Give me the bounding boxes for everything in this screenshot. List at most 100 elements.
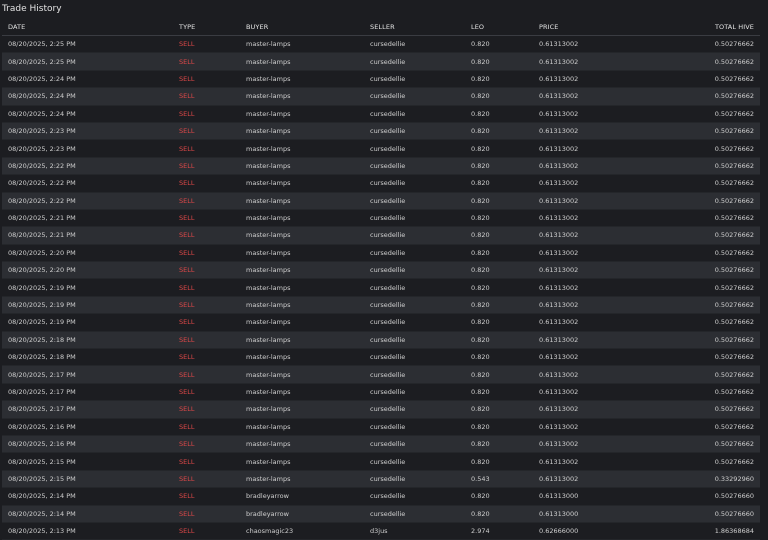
cell-seller[interactable]: cursedellie xyxy=(364,226,465,245)
cell-buyer[interactable]: master-lamps xyxy=(240,331,364,350)
cell-buyer[interactable]: master-lamps xyxy=(240,452,364,471)
cell-seller[interactable]: cursedellie xyxy=(364,174,465,193)
cell-buyer[interactable]: master-lamps xyxy=(240,226,364,245)
column-header-price[interactable]: PRICE xyxy=(533,19,653,36)
cell-buyer[interactable]: master-lamps xyxy=(240,192,364,210)
table-row[interactable]: 08/20/2025, 2:22 PM SELL master-lamps curse… xyxy=(2,192,760,210)
cell-total-hive: 0.50276662 xyxy=(653,226,760,245)
cell-seller[interactable]: cursedellie xyxy=(364,313,465,332)
cell-buyer[interactable]: master-lamps xyxy=(240,418,364,436)
cell-seller[interactable]: cursedellie xyxy=(364,400,465,419)
table-row[interactable]: 08/20/2025, 2:20 PM SELL master-lamps curse… xyxy=(2,261,760,280)
table-row[interactable]: 08/20/2025, 2:19 PM SELL master-lamps curse… xyxy=(2,278,760,297)
cell-buyer[interactable]: master-lamps xyxy=(240,105,364,123)
cell-seller[interactable]: cursedellie xyxy=(364,418,465,436)
cell-buyer[interactable]: master-lamps xyxy=(240,244,364,263)
table-row[interactable]: 08/20/2025, 2:23 PM SELL master-lamps curse… xyxy=(2,122,760,141)
cell-seller[interactable]: cursedellie xyxy=(364,52,465,71)
cell-date: 08/20/2025, 2:19 PM xyxy=(2,296,173,315)
table-row[interactable]: 08/20/2025, 2:20 PM SELL master-lamps curse… xyxy=(2,244,760,263)
cell-seller[interactable]: cursedellie xyxy=(364,244,465,263)
table-row[interactable]: 08/20/2025, 2:18 PM SELL master-lamps curse… xyxy=(2,348,760,367)
table-row[interactable]: 08/20/2025, 2:21 PM SELL master-lamps curse… xyxy=(2,209,760,228)
table-row[interactable]: 08/20/2025, 2:25 PM SELL master-lamps curse… xyxy=(2,35,760,54)
cell-price: 0.61313002 xyxy=(533,226,653,245)
cell-seller[interactable]: cursedellie xyxy=(364,470,465,489)
table-row[interactable]: 08/20/2025, 2:15 PM SELL master-lamps curse… xyxy=(2,470,760,489)
table-row[interactable]: 08/20/2025, 2:19 PM SELL master-lamps curse… xyxy=(2,313,760,332)
table-row[interactable]: 08/20/2025, 2:17 PM SELL master-lamps curse… xyxy=(2,383,760,402)
cell-buyer[interactable]: master-lamps xyxy=(240,278,364,297)
table-row[interactable]: 08/20/2025, 2:24 PM SELL master-lamps curse… xyxy=(2,70,760,89)
cell-seller[interactable]: cursedellie xyxy=(364,278,465,297)
column-header-total-hive[interactable]: TOTAL HIVE xyxy=(653,19,760,36)
table-row[interactable]: 08/20/2025, 2:25 PM SELL master-lamps curse… xyxy=(2,52,760,71)
column-header-leo[interactable]: LEO xyxy=(465,19,533,36)
cell-buyer[interactable]: master-lamps xyxy=(240,435,364,454)
cell-seller[interactable]: cursedellie xyxy=(364,296,465,315)
column-header-type[interactable]: TYPE xyxy=(173,19,240,36)
cell-buyer[interactable]: master-lamps xyxy=(240,52,364,71)
cell-buyer[interactable]: master-lamps xyxy=(240,35,364,54)
table-row[interactable]: 08/20/2025, 2:13 PM SELL chaosmagic23 d3jus… xyxy=(2,522,760,540)
cell-buyer[interactable]: master-lamps xyxy=(240,470,364,489)
table-row[interactable]: 08/20/2025, 2:17 PM SELL master-lamps curse… xyxy=(2,400,760,419)
table-row[interactable]: 08/20/2025, 2:23 PM SELL master-lamps curse… xyxy=(2,139,760,158)
cell-seller[interactable]: cursedellie xyxy=(364,261,465,280)
cell-buyer[interactable]: master-lamps xyxy=(240,365,364,384)
cell-seller[interactable]: cursedellie xyxy=(364,209,465,228)
table-row[interactable]: 08/20/2025, 2:24 PM SELL master-lamps curse… xyxy=(2,105,760,123)
cell-buyer[interactable]: master-lamps xyxy=(240,122,364,141)
cell-buyer[interactable]: master-lamps xyxy=(240,383,364,402)
cell-seller[interactable]: d3jus xyxy=(364,522,465,540)
table-row[interactable]: 08/20/2025, 2:19 PM SELL master-lamps curse… xyxy=(2,296,760,315)
table-row[interactable]: 08/20/2025, 2:22 PM SELL master-lamps curse… xyxy=(2,157,760,176)
cell-buyer[interactable]: master-lamps xyxy=(240,400,364,419)
cell-leo: 0.820 xyxy=(465,348,533,367)
cell-seller[interactable]: cursedellie xyxy=(364,435,465,454)
table-row[interactable]: 08/20/2025, 2:16 PM SELL master-lamps curse… xyxy=(2,418,760,436)
cell-buyer[interactable]: master-lamps xyxy=(240,261,364,280)
table-row[interactable]: 08/20/2025, 2:24 PM SELL master-lamps curse… xyxy=(2,87,760,106)
cell-seller[interactable]: cursedellie xyxy=(364,139,465,158)
cell-seller[interactable]: cursedellie xyxy=(364,70,465,89)
cell-buyer[interactable]: master-lamps xyxy=(240,70,364,89)
cell-buyer[interactable]: master-lamps xyxy=(240,348,364,367)
cell-date: 08/20/2025, 2:24 PM xyxy=(2,87,173,106)
cell-seller[interactable]: cursedellie xyxy=(364,192,465,210)
cell-buyer[interactable]: master-lamps xyxy=(240,139,364,158)
cell-buyer[interactable]: master-lamps xyxy=(240,174,364,193)
cell-seller[interactable]: cursedellie xyxy=(364,383,465,402)
table-row[interactable]: 08/20/2025, 2:17 PM SELL master-lamps curse… xyxy=(2,365,760,384)
column-header-buyer[interactable]: BUYER xyxy=(240,19,364,36)
cell-buyer[interactable]: master-lamps xyxy=(240,296,364,315)
table-row[interactable]: 08/20/2025, 2:18 PM SELL master-lamps curse… xyxy=(2,331,760,350)
cell-total-hive: 0.50276662 xyxy=(653,122,760,141)
cell-buyer[interactable]: master-lamps xyxy=(240,209,364,228)
cell-seller[interactable]: cursedellie xyxy=(364,157,465,176)
cell-seller[interactable]: cursedellie xyxy=(364,452,465,471)
cell-buyer[interactable]: master-lamps xyxy=(240,87,364,106)
cell-date: 08/20/2025, 2:20 PM xyxy=(2,244,173,263)
table-row[interactable]: 08/20/2025, 2:16 PM SELL master-lamps curse… xyxy=(2,435,760,454)
column-header-seller[interactable]: SELLER xyxy=(364,19,465,36)
cell-seller[interactable]: cursedellie xyxy=(364,35,465,54)
cell-buyer[interactable]: chaosmagic23 xyxy=(240,522,364,540)
table-row[interactable]: 08/20/2025, 2:22 PM SELL master-lamps curse… xyxy=(2,174,760,193)
cell-seller[interactable]: cursedellie xyxy=(364,365,465,384)
column-header-date[interactable]: DATE xyxy=(2,19,173,36)
table-row[interactable]: 08/20/2025, 2:14 PM SELL bradleyarrow curse… xyxy=(2,487,760,506)
cell-total-hive: 0.50276662 xyxy=(653,313,760,332)
cell-seller[interactable]: cursedellie xyxy=(364,487,465,506)
cell-date: 08/20/2025, 2:13 PM xyxy=(2,522,173,540)
table-row[interactable]: 08/20/2025, 2:21 PM SELL master-lamps curse… xyxy=(2,226,760,245)
cell-buyer[interactable]: master-lamps xyxy=(240,157,364,176)
cell-seller[interactable]: cursedellie xyxy=(364,348,465,367)
cell-seller[interactable]: cursedellie xyxy=(364,331,465,350)
cell-buyer[interactable]: master-lamps xyxy=(240,313,364,332)
cell-buyer[interactable]: bradleyarrow xyxy=(240,487,364,506)
cell-seller[interactable]: cursedellie xyxy=(364,87,465,106)
cell-seller[interactable]: cursedellie xyxy=(364,105,465,123)
table-row[interactable]: 08/20/2025, 2:15 PM SELL master-lamps curse… xyxy=(2,452,760,471)
cell-seller[interactable]: cursedellie xyxy=(364,122,465,141)
